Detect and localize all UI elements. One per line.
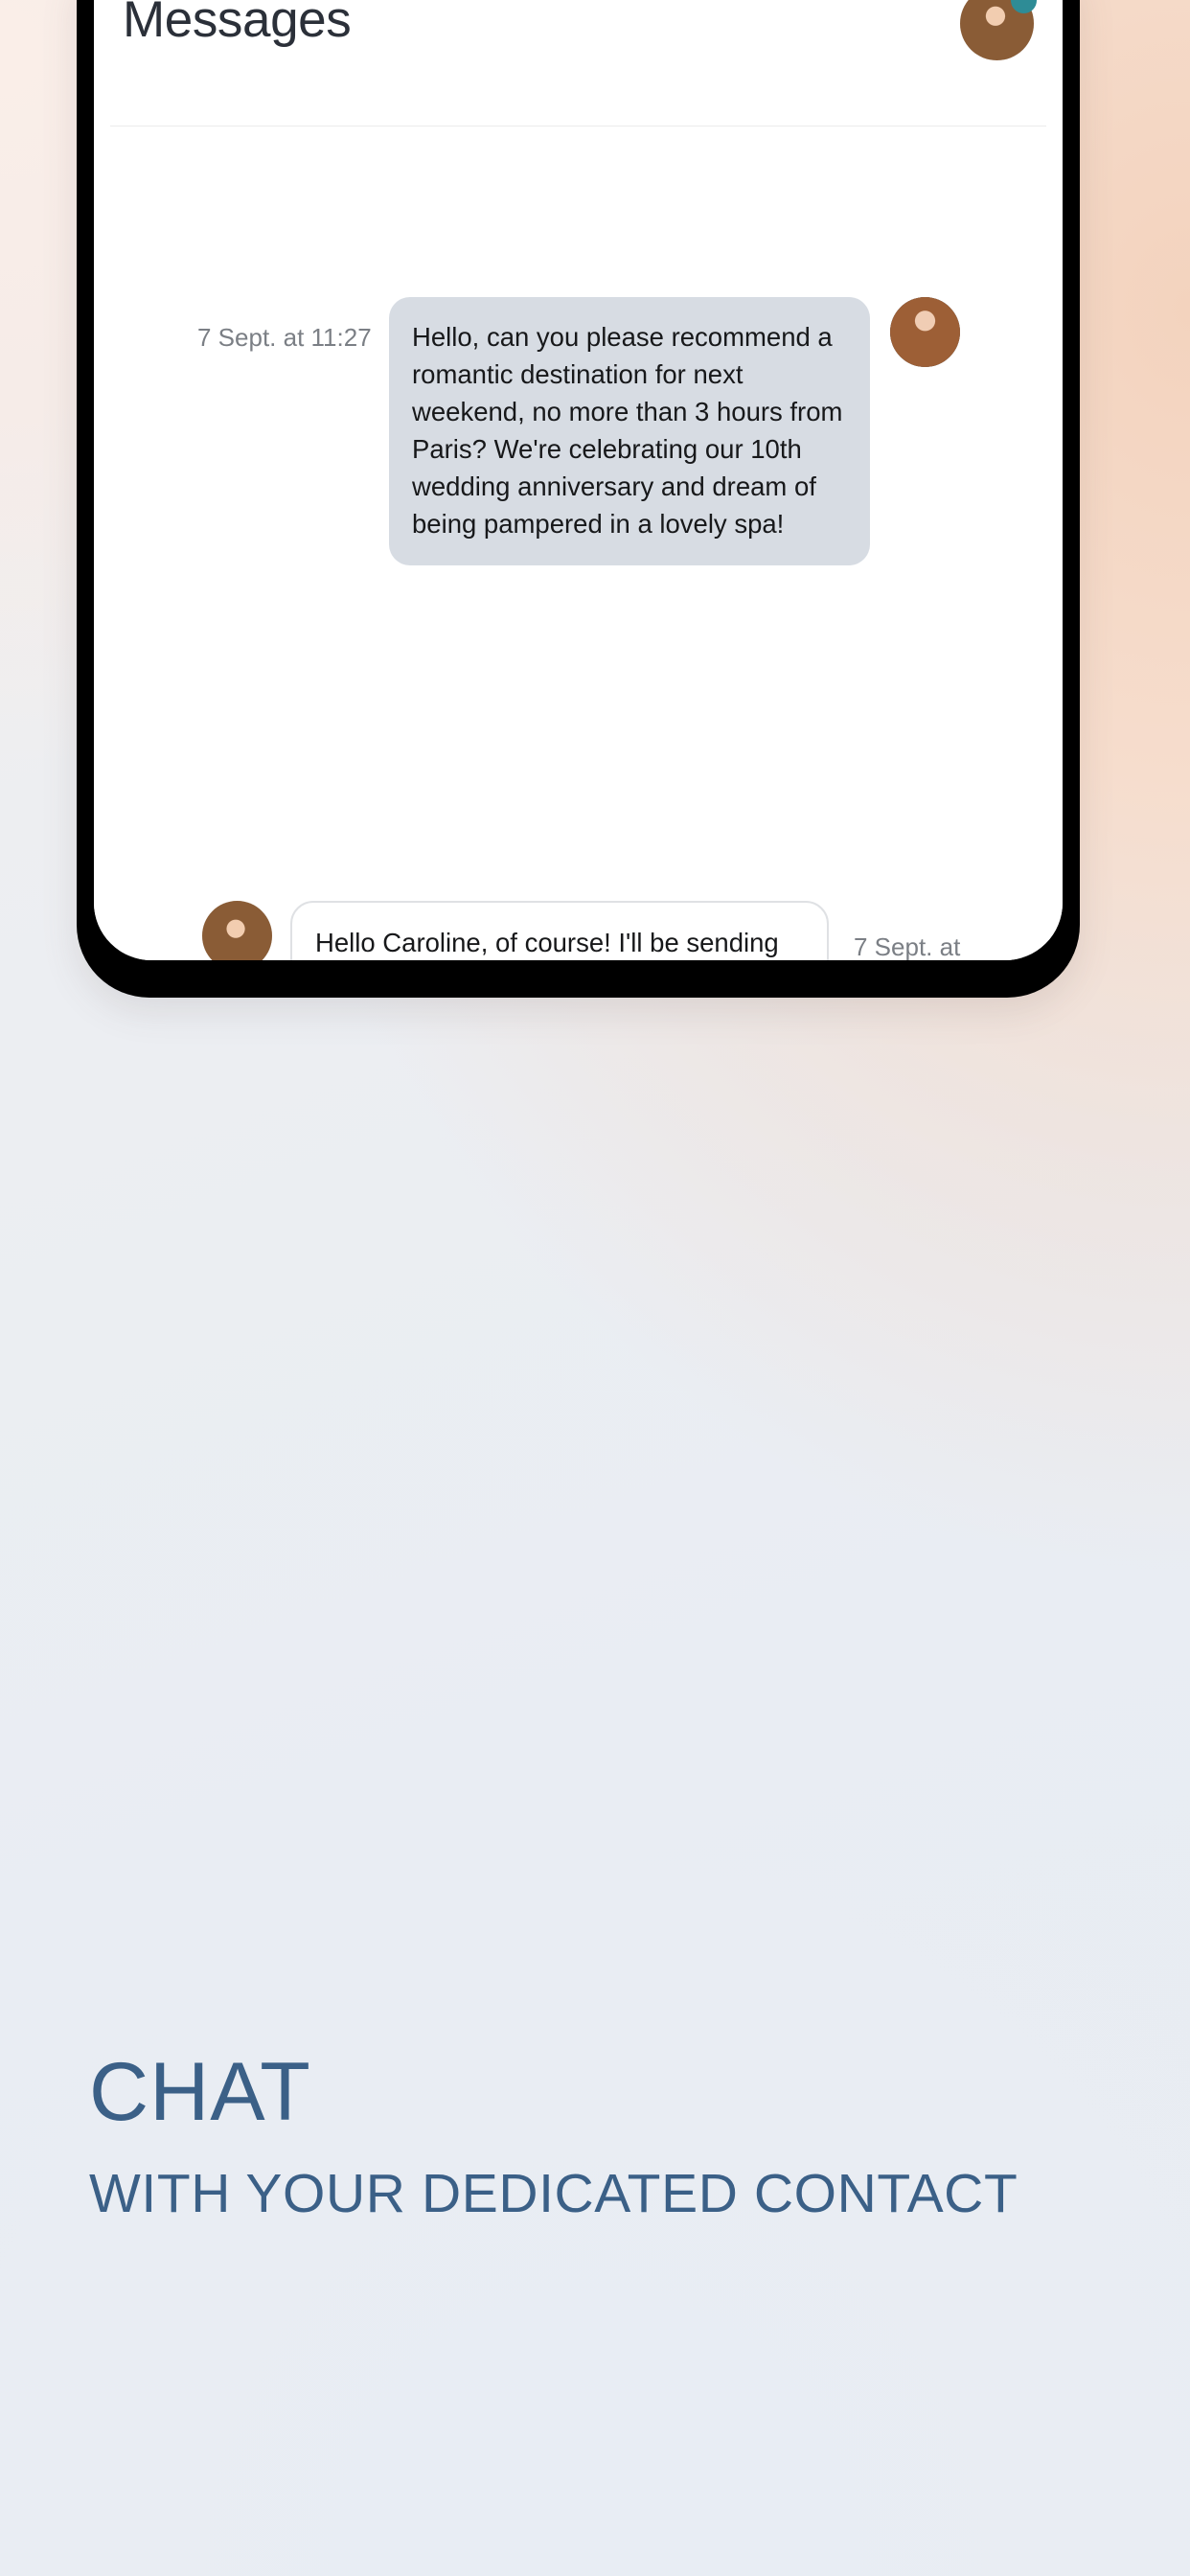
message-timestamp: 7 Sept. at 11:27 <box>197 323 372 352</box>
page-title: Messages <box>123 0 352 48</box>
message-row-incoming-1: 7 Sept. at 11:27 Hello, can you please r… <box>197 297 1023 566</box>
message-avatar[interactable] <box>890 297 960 367</box>
message-row-outgoing-2: Hello Caroline, of course! I'll be sendi… <box>202 901 1028 960</box>
caption-block: CHAT WITH YOUR DEDICATED CONTACT <box>89 2051 1018 2226</box>
message-thread[interactable]: 7 Sept. at 11:27 Hello, can you please r… <box>94 126 1063 960</box>
message-bubble[interactable]: Hello Caroline, of course! I'll be sendi… <box>290 901 829 960</box>
phone-screen: Messages 7 Sept. at 11:27 Hello, can you… <box>94 0 1063 960</box>
phone-mockup: Messages 7 Sept. at 11:27 Hello, can you… <box>77 0 1080 998</box>
app-header: Messages <box>94 0 1063 127</box>
message-avatar[interactable] <box>202 901 272 960</box>
agent-avatar-photo <box>202 901 272 960</box>
message-bubble[interactable]: Hello, can you please recommend a romant… <box>389 297 870 566</box>
caroline-avatar-photo <box>890 297 960 367</box>
caption-subtitle: WITH YOUR DEDICATED CONTACT <box>89 2163 1018 2224</box>
message-timestamp: 7 Sept. at 11:27 <box>854 932 961 960</box>
caption-title: CHAT <box>89 2046 311 2138</box>
